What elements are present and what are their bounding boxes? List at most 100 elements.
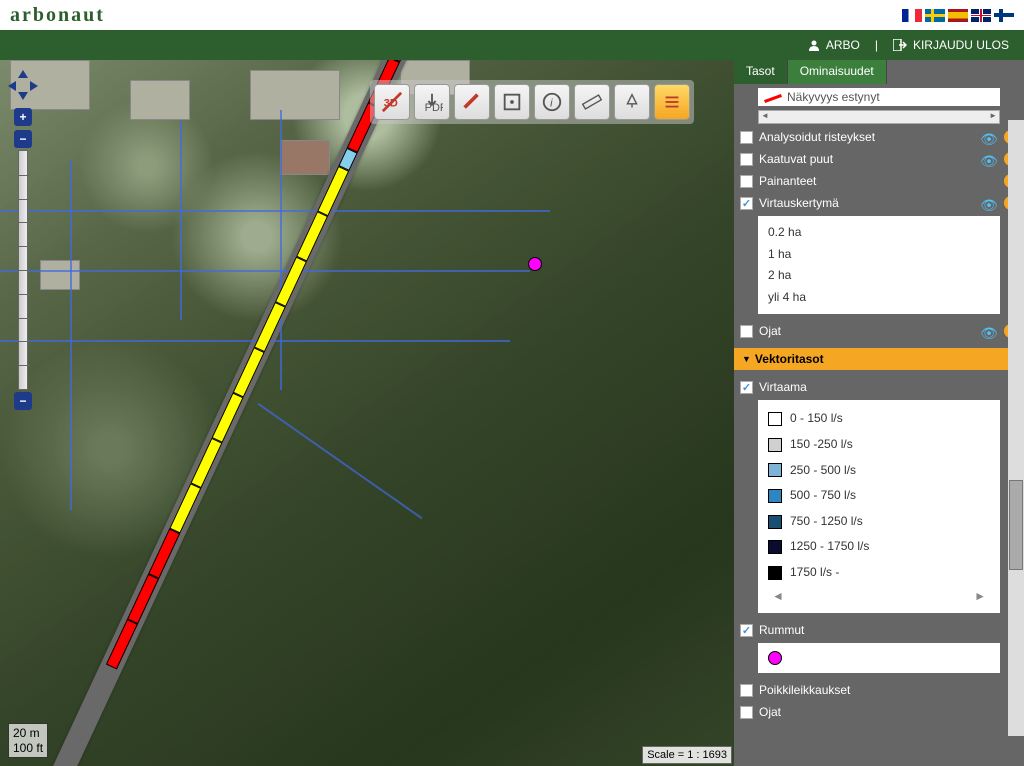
tool-draw-disabled[interactable] [454, 84, 490, 120]
swatch-culvert [768, 651, 782, 665]
swatch-flow3 [768, 489, 782, 503]
map-canvas[interactable]: + − − 3D PDF i 20 m 100 ft Scale = 1 : 1… [0, 60, 734, 766]
chk-intersections[interactable] [740, 131, 753, 144]
user-icon [808, 39, 820, 51]
label-ditches2: Ojat [759, 705, 1018, 719]
swatch-flow0 [768, 412, 782, 426]
main-area: + − − 3D PDF i 20 m 100 ft Scale = 1 : 1… [0, 60, 1024, 766]
scale-feet: 100 ft [13, 741, 43, 755]
chk-flow[interactable] [740, 381, 753, 394]
legend-flow6: 1750 l/s - [790, 562, 839, 584]
legend-4ha: yli 4 ha [768, 287, 990, 309]
chk-ditches[interactable] [740, 325, 753, 338]
flag-gb[interactable] [971, 9, 991, 22]
chk-falling-trees[interactable] [740, 153, 753, 166]
zoom-out-button[interactable]: − [14, 392, 32, 410]
eye-icon[interactable]: 👁 [980, 325, 998, 337]
tool-pdf[interactable]: PDF [414, 84, 450, 120]
culvert-marker[interactable] [528, 257, 542, 271]
layer-ditches2: Ojat [740, 701, 1018, 723]
chk-cross-sections[interactable] [740, 684, 753, 697]
chk-flow-accum[interactable] [740, 197, 753, 210]
label-ditches: Ojat [759, 324, 974, 338]
flag-fi[interactable] [994, 9, 1014, 22]
legend-flow4: 750 - 1250 l/s [790, 511, 863, 533]
layer-culverts: Rummut [740, 619, 1018, 641]
legend-scroll[interactable] [758, 110, 1000, 124]
tool-fullscreen[interactable] [494, 84, 530, 120]
tool-measure[interactable] [574, 84, 610, 120]
scrollbar-thumb[interactable] [1009, 480, 1023, 570]
pan-south[interactable] [18, 92, 28, 100]
pan-control [8, 70, 38, 100]
legend-flow2: 250 - 500 l/s [790, 460, 856, 482]
zoom-in-button[interactable]: + [14, 108, 32, 126]
layer-flow: Virtaama [740, 376, 1018, 398]
flow-legend: 0 - 150 l/s 150 -250 l/s 250 - 500 l/s 5… [758, 400, 1000, 613]
eye-icon[interactable]: 👁 [980, 153, 998, 165]
logout-button[interactable]: KIRJAUDU ULOS [893, 38, 1009, 52]
scale-ratio: Scale = 1 : 1693 [642, 746, 732, 764]
pan-east[interactable] [30, 81, 38, 91]
legend-1ha: 1 ha [768, 244, 990, 266]
chk-ditches2[interactable] [740, 706, 753, 719]
panel-tabs: Tasot Ominaisuudet [734, 60, 1024, 84]
panel-content: Näkyvyys estynyt Analysoidut risteykset … [734, 84, 1024, 766]
language-flags [902, 9, 1014, 22]
zoom-control: + − − [8, 106, 38, 412]
tool-3d[interactable]: 3D [374, 84, 410, 120]
pan-north[interactable] [18, 70, 28, 78]
label-falling-trees: Kaatuvat puut [759, 152, 974, 166]
label-flow-accum: Virtauskertymä [759, 196, 974, 210]
chk-depressions[interactable] [740, 175, 753, 188]
chk-culverts[interactable] [740, 624, 753, 637]
pan-west[interactable] [8, 81, 16, 91]
eye-icon[interactable]: 👁 [980, 197, 998, 209]
nav-control: + − − [8, 70, 38, 412]
map-toolbar: 3D PDF i [370, 80, 694, 124]
zoom-slider[interactable] [18, 150, 28, 390]
layer-ditches: Ojat 👁 ? [740, 320, 1018, 342]
swatch-flow5 [768, 540, 782, 554]
legend-flow3: 500 - 750 l/s [790, 485, 856, 507]
section-vector-layers[interactable]: Vektoritasot [734, 348, 1024, 370]
prev-legend: Näkyvyys estynyt [758, 88, 1000, 106]
zoom-out-step-button[interactable]: − [14, 130, 32, 148]
legend-flow1: 150 -250 l/s [790, 434, 853, 456]
eye-icon[interactable]: 👁 [980, 131, 998, 143]
flag-es[interactable] [948, 9, 968, 22]
layer-flow-accum: Virtauskertymä 👁 ? [740, 192, 1018, 214]
legend-flow5: 1250 - 1750 l/s [790, 536, 869, 558]
menu-bar: ARBO | KIRJAUDU ULOS [0, 30, 1024, 60]
user-menu[interactable]: ARBO [808, 38, 860, 52]
flag-se[interactable] [925, 9, 945, 22]
scale-bar: 20 m 100 ft [8, 723, 48, 758]
layer-cross-sections: Poikkileikkaukset [740, 679, 1018, 701]
tab-layers[interactable]: Tasot [734, 60, 788, 84]
label-flow: Virtaama [759, 380, 1018, 394]
legend-flow0: 0 - 150 l/s [790, 408, 843, 430]
layer-falling-trees: Kaatuvat puut 👁 ? [740, 148, 1018, 170]
svg-text:PDF: PDF [425, 102, 443, 113]
logout-label: KIRJAUDU ULOS [913, 38, 1009, 52]
separator: | [875, 38, 878, 52]
tool-layers-panel[interactable] [654, 84, 690, 120]
tab-properties[interactable]: Ominaisuudet [788, 60, 887, 84]
layer-intersections: Analysoidut risteykset 👁 ? [740, 126, 1018, 148]
layer-depressions: Painanteet ? [740, 170, 1018, 192]
swatch-flow2 [768, 463, 782, 477]
panel-scrollbar[interactable] [1008, 120, 1024, 736]
flag-fr[interactable] [902, 9, 922, 22]
tool-trees[interactable] [614, 84, 650, 120]
label-depressions: Painanteet [759, 174, 998, 188]
svg-text:i: i [550, 98, 553, 110]
legend-02ha: 0.2 ha [768, 222, 990, 244]
app-logo: arbonaut [10, 4, 105, 27]
scale-meters: 20 m [13, 726, 43, 740]
swatch-flow1 [768, 438, 782, 452]
culvert-legend [758, 643, 1000, 673]
side-panel: Tasot Ominaisuudet Näkyvyys estynyt Anal… [734, 60, 1024, 766]
tool-info[interactable]: i [534, 84, 570, 120]
label-cross-sections: Poikkileikkaukset [759, 683, 1018, 697]
legend-2ha: 2 ha [768, 265, 990, 287]
